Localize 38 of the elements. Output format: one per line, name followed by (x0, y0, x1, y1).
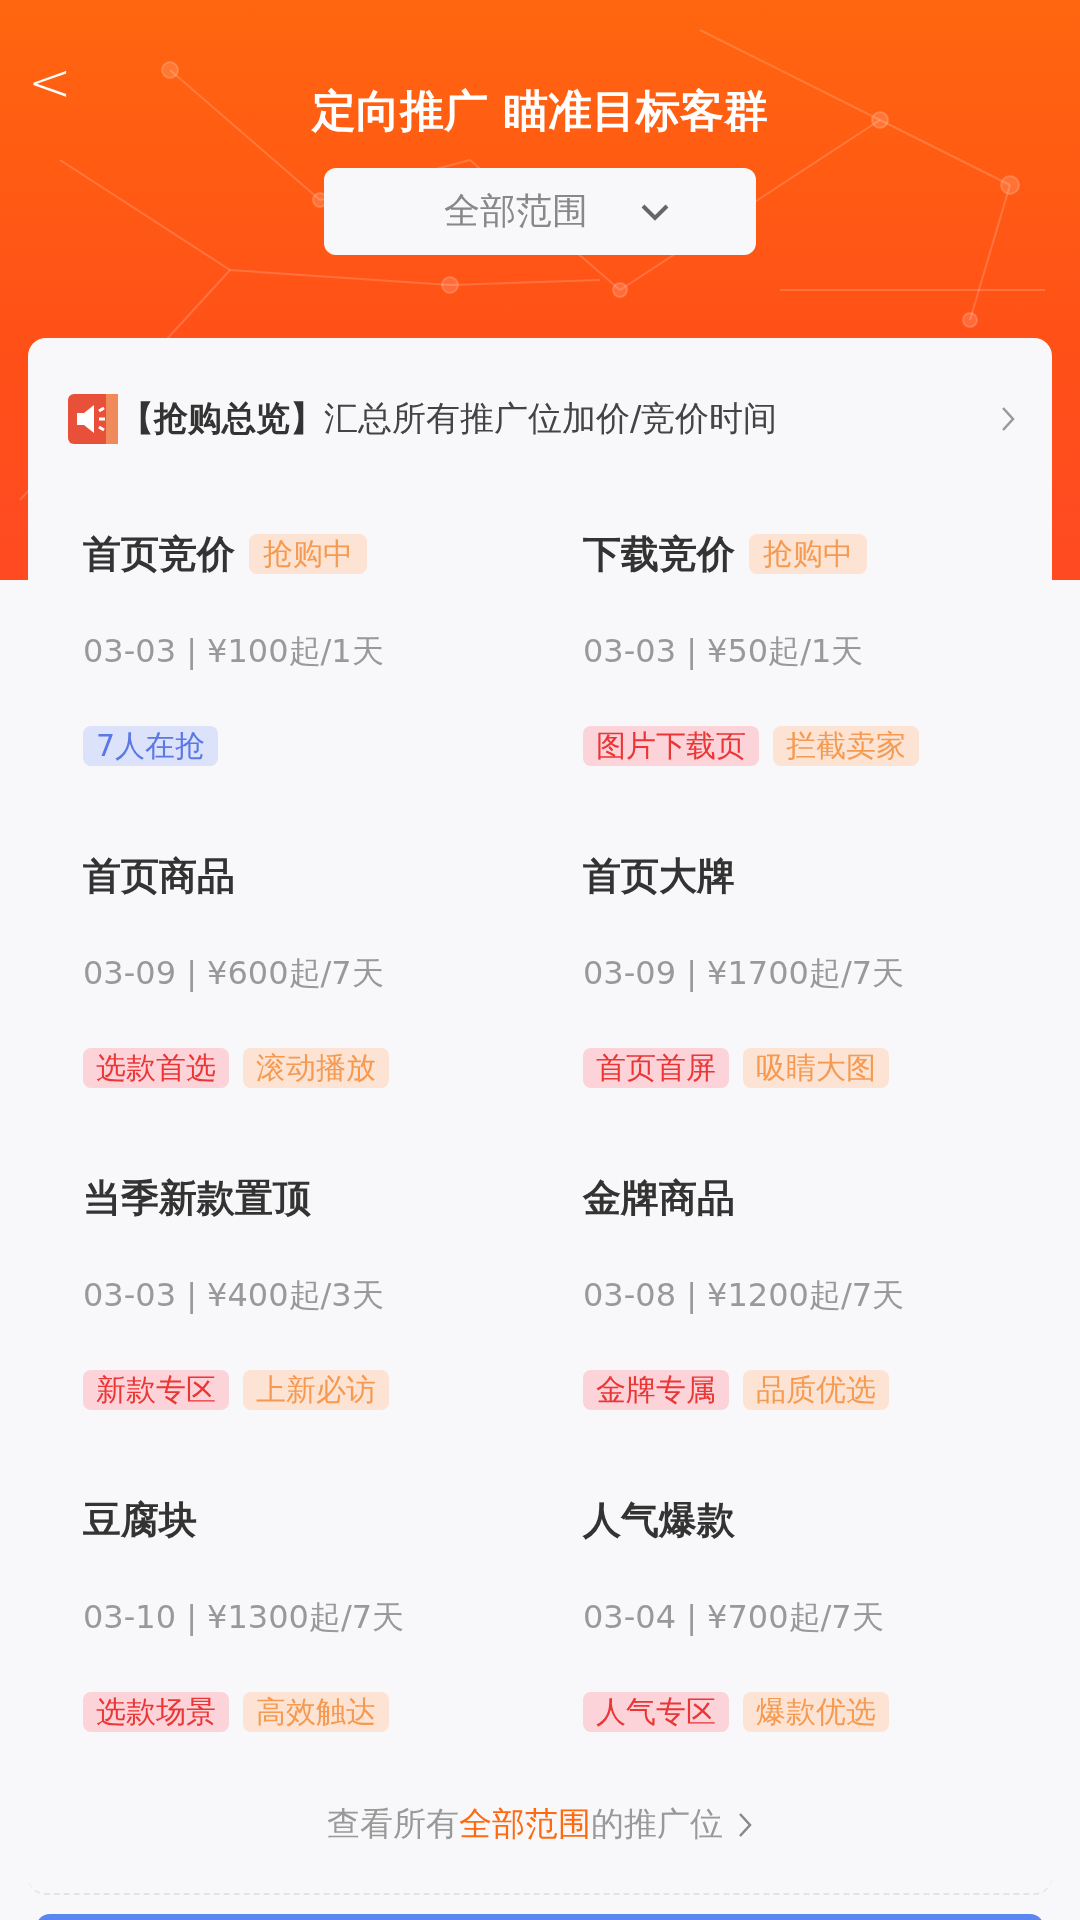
tag: 新款专区 (83, 1370, 229, 1410)
status-badge: 抢购中 (249, 534, 367, 574)
placement-info: 03-09 | ¥600起/7天 (83, 953, 385, 994)
tag: 人气专区 (583, 1692, 729, 1732)
tag: 品质优选 (743, 1370, 889, 1410)
placement-info: 03-08 | ¥1200起/7天 (583, 1275, 906, 1316)
tag: 选款场景 (83, 1692, 229, 1732)
status-badge: 抢购中 (749, 534, 867, 574)
placement-title[interactable]: 当季新款置顶 (83, 1172, 311, 1224)
placement-title[interactable]: 豆腐块 (83, 1494, 197, 1546)
chevron-right-icon (1000, 405, 1016, 433)
placement-title[interactable]: 首页商品 (83, 850, 235, 902)
placement-info: 03-03 | ¥50起/1天 (583, 631, 865, 672)
placement-title[interactable]: 首页竞价 (83, 528, 235, 580)
tag: 滚动播放 (243, 1048, 389, 1088)
notice-text: 【抢购总览】汇总所有推广位加价/竞价时间 (120, 397, 778, 440)
placement-title[interactable]: 下载竞价 (583, 528, 735, 580)
placement-info: 03-04 | ¥700起/7天 (583, 1597, 885, 1638)
notice-row[interactable]: 【抢购总览】汇总所有推广位加价/竞价时间 (28, 338, 1052, 444)
tag: 拦截卖家 (773, 726, 919, 766)
tag: 高效触达 (243, 1692, 389, 1732)
tag: 金牌专属 (583, 1370, 729, 1410)
placement-info: 03-03 | ¥100起/1天 (83, 631, 385, 672)
speaker-icon (68, 394, 118, 444)
placement-title[interactable]: 首页大牌 (583, 850, 735, 902)
page-title: 定向推广 瞄准目标客群 (312, 83, 768, 138)
tag: 上新必访 (243, 1370, 389, 1410)
tag: 首页首屏 (583, 1048, 729, 1088)
tag: 7人在抢 (83, 726, 219, 766)
placement-title[interactable]: 金牌商品 (583, 1172, 735, 1224)
placement-title[interactable]: 人气爆款 (583, 1494, 735, 1546)
placement-info: 03-09 | ¥1700起/7天 (583, 953, 906, 994)
tag: 图片下载页 (583, 726, 759, 766)
tag: 爆款优选 (743, 1692, 889, 1732)
placement-info: 03-03 | ¥400起/3天 (83, 1275, 385, 1316)
placement-info: 03-10 | ¥1300起/7天 (83, 1597, 406, 1638)
tag: 吸睛大图 (743, 1048, 889, 1088)
tag: 选款首选 (83, 1048, 229, 1088)
